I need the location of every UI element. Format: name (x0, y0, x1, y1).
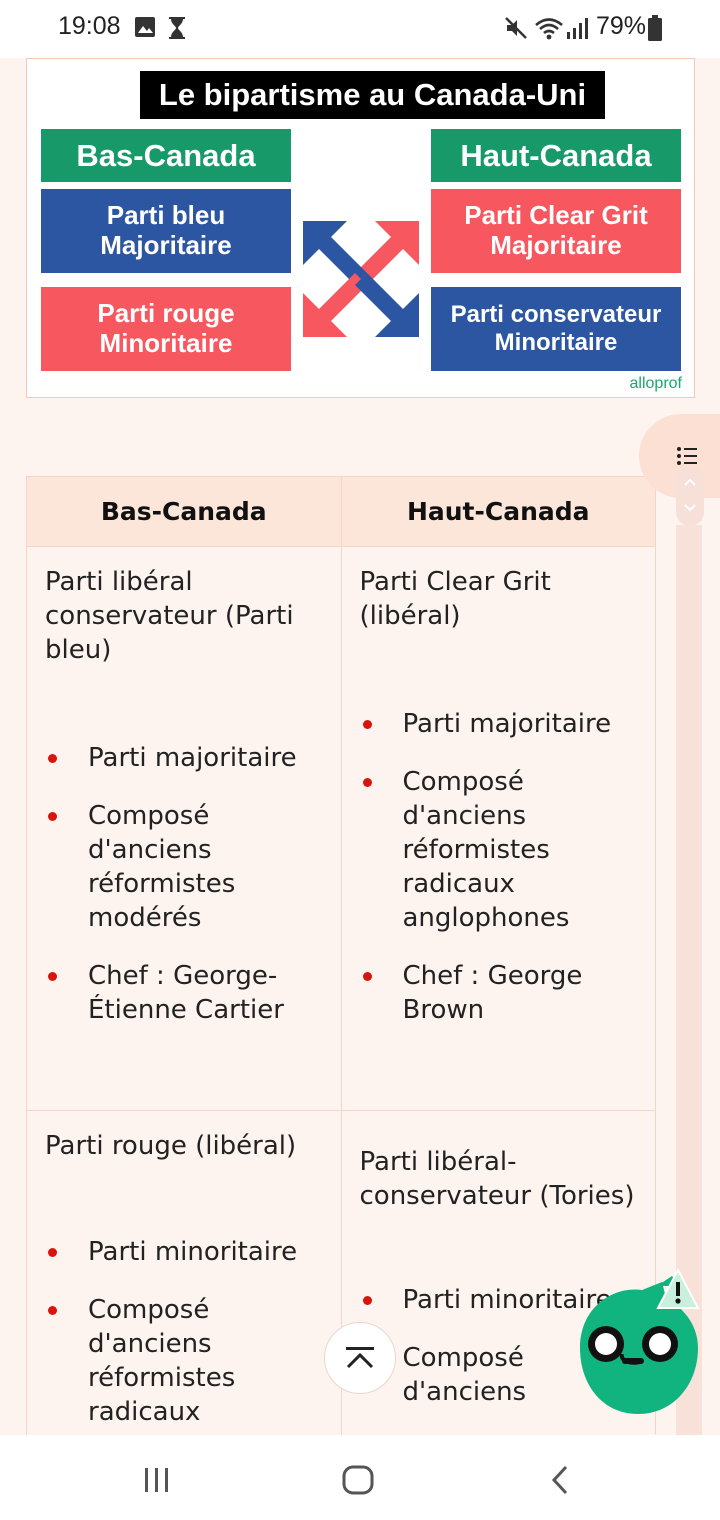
table-cell: Parti rouge (libéral) Parti minoritaire … (26, 1110, 342, 1436)
back-to-top-button[interactable] (324, 1322, 396, 1394)
status-bar: 19:08 79% (0, 0, 720, 58)
home-icon[interactable] (342, 1465, 374, 1495)
table-of-contents-icon (677, 447, 697, 465)
party-name: Parti Clear Grit (libéral) (359, 567, 551, 631)
bullet-list: Parti minoritaire Composé d'anciens réfo… (45, 1235, 327, 1429)
table-cell: Parti libéral conservateur (Parti bleu) … (26, 546, 342, 1111)
battery-percent: 79% (596, 12, 647, 40)
party-name: Parti libéral-conservateur (Tories) (359, 1147, 635, 1211)
party-name: Parti rouge (libéral) (45, 1131, 297, 1161)
list-item: Composé d'anciens réformistes modérés (45, 799, 327, 935)
mute-icon (504, 16, 528, 44)
bipartisme-infographic: Le bipartisme au Canada-Uni Bas-Canada H… (26, 58, 695, 398)
crossing-arrows-icon (303, 221, 419, 337)
list-item: Chef : George-Étienne Cartier (45, 959, 327, 1027)
navigation-bar (0, 1435, 720, 1520)
alloprof-logo: alloprof (629, 375, 682, 392)
wifi-icon (534, 16, 564, 44)
list-item: Composé d'anciens réformistes radicaux (45, 1293, 327, 1429)
table-row: Parti libéral conservateur (Parti bleu) … (26, 546, 656, 1111)
recent-apps-icon[interactable] (143, 1467, 171, 1493)
hourglass-icon (166, 16, 188, 44)
bullet-list: Parti majoritaire Composé d'anciens réfo… (45, 741, 327, 1027)
battery-icon (648, 15, 662, 45)
party-name: Parti libéral conservateur (Parti bleu) (45, 567, 294, 665)
table-cell: Parti Clear Grit (libéral) Parti majorit… (340, 546, 656, 1111)
infographic-title: Le bipartisme au Canada-Uni (140, 71, 605, 119)
list-item: Parti minoritaire (45, 1235, 327, 1269)
scroll-arrows[interactable] (676, 466, 704, 526)
mascot-icon[interactable] (562, 1268, 712, 1418)
status-time: 19:08 (58, 12, 121, 40)
header-bas-canada: Bas-Canada (26, 476, 342, 547)
gallery-icon (134, 16, 156, 42)
parti-clear-grit-box: Parti Clear Grit Majoritaire (431, 189, 681, 273)
parti-rouge-box: Parti rouge Minoritaire (41, 287, 291, 371)
list-item: Composé d'anciens réformistes radicaux a… (360, 765, 642, 935)
chevron-up-icon (346, 1347, 374, 1369)
scroll-up-icon[interactable] (684, 478, 696, 486)
bas-canada-label: Bas-Canada (41, 129, 291, 182)
parti-conservateur-box: Parti conservateur Minoritaire (431, 287, 681, 371)
table-header-row: Bas-Canada Haut-Canada (26, 476, 656, 547)
scroll-down-icon[interactable] (684, 504, 696, 512)
bullet-list: Parti majoritaire Composé d'anciens réfo… (360, 707, 642, 1027)
header-haut-canada: Haut-Canada (340, 476, 656, 547)
haut-canada-label: Haut-Canada (431, 129, 681, 182)
signal-icon (566, 16, 590, 44)
back-icon[interactable] (550, 1465, 570, 1495)
list-item: Chef : George Brown (360, 959, 642, 1027)
parti-bleu-box: Parti bleu Majoritaire (41, 189, 291, 273)
list-item: Parti majoritaire (45, 741, 327, 775)
list-item: Parti majoritaire (360, 707, 642, 741)
